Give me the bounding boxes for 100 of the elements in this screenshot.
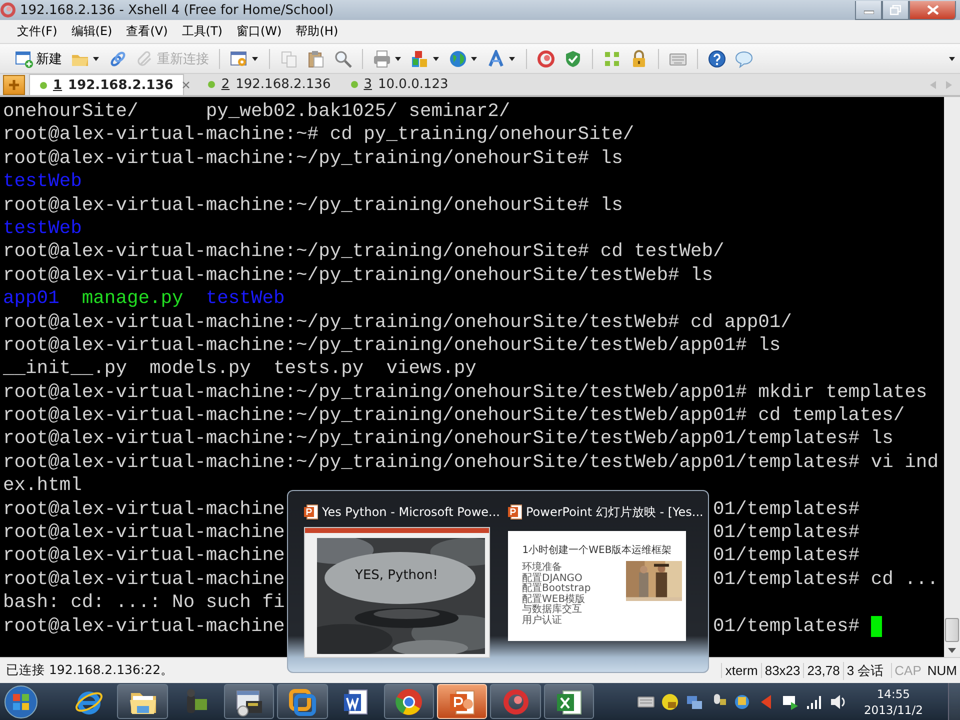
plus-icon	[8, 78, 20, 90]
terminal-line: root@alex-virtual-machine	[3, 498, 285, 522]
swirl-icon	[500, 686, 531, 716]
menu-item[interactable]: 查看(V)	[119, 20, 175, 43]
scrollbar[interactable]	[944, 97, 960, 657]
help-icon	[708, 50, 726, 68]
taskbar-button[interactable]	[224, 684, 274, 719]
session-tab[interactable]: 3 10.0.0.123	[340, 74, 458, 95]
close-button[interactable]	[909, 0, 956, 20]
terminal-line: 01/templates#	[713, 498, 860, 522]
restore-icon	[890, 4, 901, 14]
slide-bullet: 用户认证	[522, 616, 563, 626]
transfer-icon	[411, 50, 429, 68]
terminal-line: root@alex-virtual-machine:~/py_training/onehourSite# ls	[3, 146, 623, 170]
swirl-icon	[537, 50, 555, 68]
menu-item[interactable]: 工具(T)	[174, 20, 230, 43]
taskbar-button[interactable]	[384, 684, 434, 719]
new-window-icon	[15, 50, 33, 68]
taskbar-button[interactable]	[117, 684, 168, 719]
terminal-line: root@alex-virtual-machine	[3, 544, 285, 568]
terminal-line: root@alex-virtual-machine	[3, 521, 285, 544]
slide-bullet: 配置WEB模版	[522, 594, 586, 604]
slide-text: YES, Python!	[355, 568, 438, 583]
slide-title: 1小时创建一个WEB版本运维框架	[522, 544, 672, 557]
slide-bullet: 环境准备	[522, 563, 563, 573]
status-field: xterm	[721, 663, 761, 678]
start-button[interactable]	[2, 684, 40, 720]
close-icon	[926, 4, 938, 14]
terminal-line: root@alex-virtual-machine:~/py_training/onehourSite/testWeb/app01# cd templates/	[3, 404, 905, 428]
slide-bullet: 配置DJANGO	[522, 574, 584, 584]
terminal-line: 01/templates#	[713, 614, 860, 638]
terminal-line: root@alex-virtual-machine	[3, 614, 285, 638]
menu-item[interactable]: 窗口(W)	[230, 20, 289, 43]
lock-icon[interactable]	[660, 692, 679, 710]
overlapping-squares-icon	[287, 686, 318, 716]
minimize-button[interactable]	[855, 0, 882, 20]
status-field: 23,78	[803, 663, 843, 678]
windows-orb-icon	[4, 684, 38, 718]
xshell-app-icon	[0, 2, 16, 18]
chain-link-icon	[109, 50, 127, 68]
copy-icon	[280, 50, 298, 68]
session-tab[interactable]: 1 192.168.2.136	[29, 74, 184, 95]
new-tab-button[interactable]	[3, 74, 25, 94]
padlock-icon	[630, 50, 648, 68]
clipboard-icon	[307, 50, 325, 68]
taskbar-button[interactable]	[544, 684, 594, 719]
properties-icon	[230, 50, 248, 68]
terminal-line: ex.html	[3, 474, 82, 498]
terminal-line: root@alex-virtual-machine:~/py_training/onehourSite/testWeb/app01# mkdir templates	[3, 380, 928, 404]
speaker-icon[interactable]	[828, 692, 847, 710]
terminal-line: root@alex-virtual-machine:~/py_training/onehourSite/testWeb# ls	[3, 264, 714, 288]
scroll-down-icon[interactable]	[948, 648, 956, 653]
show-desktop-button[interactable]	[948, 683, 960, 720]
chrome-icon	[394, 686, 424, 716]
overflow-caret-icon[interactable]	[948, 54, 956, 62]
terminal-line: root@alex-virtual-machine:~/py_training/onehourSite/testWeb/app01/templates# vi ind	[3, 450, 938, 474]
terminal-text: manage.py	[82, 287, 184, 311]
menu-item[interactable]: 帮助(H)	[288, 20, 346, 43]
terminal-line: 01/templates#	[713, 521, 860, 544]
powerpoint-icon	[508, 504, 522, 520]
scrollbar-thumb[interactable]	[945, 618, 959, 642]
window-thumbnail[interactable]: YES, Python!	[304, 527, 490, 658]
close-icon[interactable]	[182, 80, 190, 88]
status-field: 3 会话	[842, 662, 887, 680]
terminal-line: onehourSite/ py_web02.bak1025/ seminar2/	[3, 100, 510, 124]
globe-icon	[449, 50, 467, 68]
slide-bullet: 配置Bootstrap	[522, 584, 592, 594]
terminal-line: bash: cd: ...: No such fi	[3, 591, 285, 615]
terminal-line: 01/templates# cd ...	[713, 568, 938, 592]
status-field: 83x23	[760, 663, 804, 678]
terminal-line: root@alex-virtual-machine	[3, 568, 285, 592]
terminal-line: root@alex-virtual-machine:~/py_training/onehourSite/testWeb/app01# ls	[3, 334, 781, 358]
new-session-button[interactable]: 新建	[12, 48, 65, 70]
key-indicator: CAP	[894, 663, 922, 678]
menu-item[interactable]: 文件(F)	[10, 20, 64, 43]
shield-icon	[564, 50, 582, 68]
window-preview-title: PowerPoint 幻灯片放映 - [Yes...	[526, 504, 704, 520]
terminal-line: root@alex-virtual-machine:~# cd py_training/onehourSite/	[3, 123, 634, 147]
terminal-text: testWeb	[3, 216, 82, 240]
clock-date: 2013/11/2	[864, 702, 923, 718]
search-icon	[334, 50, 352, 68]
key-indicator: NUM	[926, 663, 958, 678]
terminal-text: testWeb	[206, 287, 285, 311]
menu-item[interactable]: 编辑(E)	[64, 20, 120, 43]
terminal-line: root@alex-virtual-machine:~/py_training/onehourSite/testWeb/app01/templates# ls	[3, 427, 894, 451]
terminal-text: app01	[3, 287, 60, 311]
slide-thumbnail[interactable]: 1小时创建一个WEB版本运维框架 环境准备 配置DJANGO 配置Bootstrap 配置WEB模版 与数据库交互 用户认证	[508, 531, 686, 641]
maximize-button[interactable]	[882, 0, 909, 20]
window-title: 192.168.2.136 - Xshell 4 (Free for Home/School)	[20, 2, 334, 18]
grid-icon	[603, 50, 621, 68]
terminal-line: root@alex-virtual-machine:~/py_training/onehourSite/testWeb# cd app01/	[3, 310, 792, 334]
paperclip-icon	[136, 50, 154, 68]
slide-bullet: 与数据库交互	[522, 605, 583, 615]
session-tab[interactable]: 2 192.168.2.136	[198, 74, 341, 95]
terminal-line: __init__.py models.py tests.py views.py	[3, 357, 476, 381]
powerpoint-icon	[304, 504, 318, 520]
clock[interactable]: 14:55 2013/11/2	[864, 686, 923, 718]
terminal-line: root@alex-virtual-machine:~/py_training/onehourSite# ls	[3, 194, 623, 217]
clock-time: 14:55	[876, 686, 910, 702]
terminal-text: testWeb	[3, 170, 82, 194]
